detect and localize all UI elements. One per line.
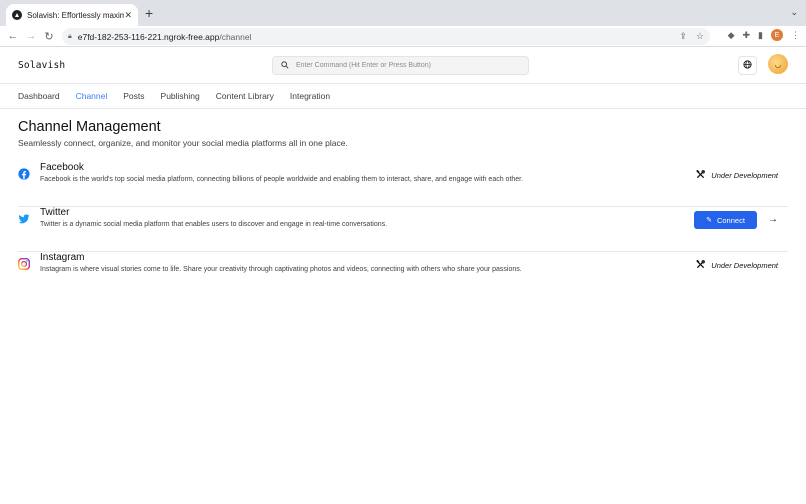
new-tab-button[interactable]: + [145,5,153,21]
facebook-icon [18,167,30,180]
tools-icon [696,259,706,271]
profile-avatar[interactable]: E [771,29,783,41]
back-button[interactable]: ← [4,30,22,42]
url-text: e7fd-182-253-116-221.ngrok-free.app/chan… [78,32,252,42]
nav-item-integration[interactable]: Integration [290,91,330,101]
tab-search-chevron-icon[interactable]: ⌄ [790,7,798,18]
channel-description: Instagram is where visual stories come t… [40,266,522,273]
user-avatar[interactable]: ◡ [768,54,788,74]
url-host: e7fd-182-253-116-221.ngrok-free.app [77,31,220,42]
status-badge: Under Development [696,259,778,271]
main-nav: Dashboard Channel Posts Publishing Conte… [0,84,806,109]
browser-tabstrip: Solavish: Effortlessly maximize ✕ + ⌄ [0,0,806,26]
channel-row-twitter: Twitter Twitter is a dynamic social medi… [18,207,788,252]
channel-description: Facebook is the world's top social media… [40,176,524,183]
status-text: Under Development [711,171,778,180]
nav-item-channel[interactable]: Channel [76,91,108,101]
browser-toolbar: ← → ↻ 🔒︎ e7fd-182-253-116-221.ngrok-free… [0,26,806,47]
kebab-menu-icon[interactable]: ⋮ [791,30,800,41]
search-icon [281,60,289,71]
arrow-right-icon[interactable]: → [768,214,778,225]
page-subtitle: Seamlessly connect, organize, and monito… [18,138,348,148]
language-button[interactable] [738,56,757,75]
connect-label: Connect [716,215,745,225]
share-icon[interactable]: ⇪ [679,31,687,42]
extension-icon[interactable]: ◆ [728,30,735,41]
smiley-avatar-icon: ◡ [774,59,782,69]
status-badge: Under Development [696,169,778,181]
puzzle-extensions-icon[interactable]: ✚ [743,30,751,41]
tab-close-icon[interactable]: ✕ [124,10,132,21]
tools-icon [696,169,706,181]
channel-list: Facebook Facebook is the world's top soc… [17,162,788,297]
channel-row-instagram: Instagram Instagram is where visual stor… [17,252,788,297]
twitter-icon [18,212,30,224]
channel-description: Twitter is a dynamic social media platfo… [40,221,388,228]
command-input[interactable] [296,62,516,69]
forward-button[interactable]: → [22,30,40,42]
app-favicon-icon [12,10,22,20]
address-bar[interactable]: 🔒︎ e7fd-182-253-116-221.ngrok-free.app/c… [62,28,710,45]
connect-button[interactable]: ✎ Connect [694,211,757,229]
main-content: Channel Management Seamlessly connect, o… [0,119,806,297]
channel-name: Twitter [40,207,70,218]
globe-icon [743,60,752,71]
channel-row-facebook: Facebook Facebook is the world's top soc… [18,162,788,207]
lock-icon: 🔒︎ [68,32,72,40]
tab-title: Solavish: Effortlessly maximize [27,10,125,20]
nav-item-dashboard[interactable]: Dashboard [18,91,60,101]
instagram-icon [17,257,31,271]
reload-button[interactable]: ↻ [40,30,58,43]
nav-item-publishing[interactable]: Publishing [161,91,200,101]
url-path: /channel [219,31,252,42]
status-text: Under Development [711,261,778,270]
channel-name: Facebook [40,162,84,173]
nav-item-posts[interactable]: Posts [123,91,144,101]
app-logo[interactable]: Solavish [18,60,65,71]
channel-name: Instagram [40,252,85,263]
app-header: Solavish ◡ [0,47,806,84]
pencil-icon: ✎ [706,217,712,224]
side-panel-icon[interactable]: ▮ [758,30,763,41]
page-title: Channel Management [18,119,161,135]
command-bar[interactable] [272,56,529,75]
browser-tab[interactable]: Solavish: Effortlessly maximize ✕ [6,4,138,26]
nav-item-content-library[interactable]: Content Library [216,91,274,101]
bookmark-star-icon[interactable]: ☆ [696,31,704,42]
